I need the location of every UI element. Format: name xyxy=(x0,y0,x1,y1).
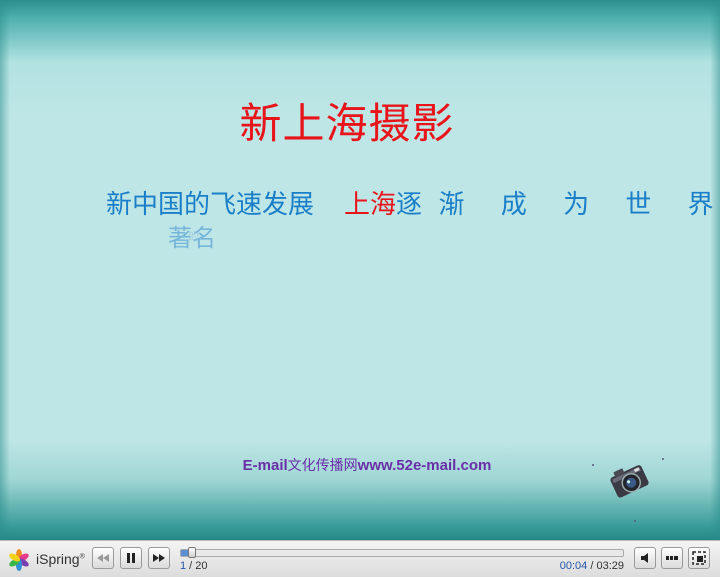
body-text-shanghai: 上海 xyxy=(344,190,397,220)
progress-track[interactable] xyxy=(180,547,624,558)
slide-counter: 1 / 20 xyxy=(180,560,208,572)
body-text-part4: 渐 成 为 世 界 xyxy=(438,190,720,220)
rewind-icon xyxy=(97,554,109,562)
next-button[interactable] xyxy=(148,547,170,569)
email-prefix: E-mail xyxy=(242,457,288,474)
pause-icon xyxy=(127,553,135,563)
ispring-logo: iSpring® xyxy=(8,549,88,571)
decor-dot xyxy=(634,520,636,522)
fullscreen-button[interactable] xyxy=(688,547,710,569)
decor-dot xyxy=(662,458,664,460)
pause-button[interactable] xyxy=(120,547,142,569)
slide-body-line: 新中国的飞速发展 上海逐 渐 成 为 世 界 xyxy=(106,184,720,221)
outline-button[interactable] xyxy=(661,547,683,569)
ispring-brand-text: iSpring® xyxy=(36,551,85,567)
speaker-icon xyxy=(641,553,648,563)
ispring-flower-icon xyxy=(9,549,29,571)
email-site: www.52e-mail.com xyxy=(357,457,492,474)
slide-list-icon xyxy=(666,556,678,560)
decor-dot xyxy=(592,464,594,466)
animating-text-ghost-small: 的 xyxy=(188,230,199,243)
body-text-part3: 逐 xyxy=(396,190,423,220)
player-controls-bar: iSpring® 1 / 20 00:04 / 03:29 xyxy=(0,540,720,577)
progress-knob[interactable] xyxy=(188,547,196,558)
camera-icon xyxy=(610,465,649,498)
time-display: 00:04 / 03:29 xyxy=(559,560,624,572)
fast-forward-icon xyxy=(153,554,165,562)
slide-canvas: 新上海摄影 新中国的飞速发展 上海逐 渐 成 为 世 界 著名 的 E-mail文… xyxy=(0,0,720,540)
volume-button[interactable] xyxy=(634,547,656,569)
email-cn: 文化传播网 xyxy=(287,458,358,474)
slide-title: 新上海摄影 xyxy=(239,99,455,148)
rewind-button[interactable] xyxy=(92,547,114,569)
body-text-part1: 新中国的飞速发展 xyxy=(106,190,315,220)
fullscreen-icon xyxy=(692,551,706,565)
